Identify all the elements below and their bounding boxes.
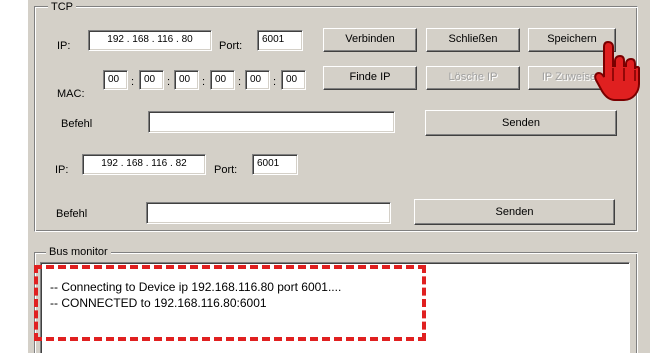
mac-separator: : bbox=[131, 76, 135, 88]
mac-separator: : bbox=[273, 76, 277, 88]
bus-monitor-title: Bus monitor bbox=[46, 246, 111, 258]
app-window: TCP IP: 192 . 168 . 116 . 80 Port: 6001 … bbox=[0, 0, 652, 353]
mac-octet-6[interactable]: 00 bbox=[281, 70, 306, 90]
mac-separator: : bbox=[238, 76, 242, 88]
ip-address-field[interactable]: 192 . 168 . 116 . 80 bbox=[88, 30, 212, 51]
ip2-label: IP: bbox=[55, 164, 69, 176]
port2-field[interactable]: 6001 bbox=[252, 154, 298, 175]
ip2-address-field[interactable]: 192 . 168 . 116 . 82 bbox=[82, 154, 206, 175]
mac-separator: : bbox=[167, 76, 171, 88]
port2-label: Port: bbox=[214, 164, 238, 176]
command2-label: Befehl bbox=[56, 208, 88, 220]
command2-input[interactable] bbox=[146, 202, 391, 224]
mac-octet-3[interactable]: 00 bbox=[174, 70, 199, 90]
send2-button[interactable]: Senden bbox=[414, 199, 615, 225]
tcp-group-title: TCP bbox=[48, 1, 76, 13]
hand-pointer-icon bbox=[594, 40, 640, 101]
highlight-annotation bbox=[34, 265, 426, 341]
command-label: Befehl bbox=[61, 118, 93, 130]
close-button[interactable]: Schließen bbox=[426, 28, 520, 52]
find-ip-button[interactable]: Finde IP bbox=[323, 66, 417, 90]
mac-octet-1[interactable]: 00 bbox=[103, 70, 128, 90]
mac-separator: : bbox=[202, 76, 206, 88]
port-label: Port: bbox=[219, 40, 243, 52]
send-button[interactable]: Senden bbox=[425, 110, 617, 136]
ip-label: IP: bbox=[57, 40, 71, 52]
mac-octet-5[interactable]: 00 bbox=[245, 70, 270, 90]
mac-label: MAC: bbox=[57, 88, 85, 100]
command-input[interactable] bbox=[148, 111, 395, 133]
mac-octet-2[interactable]: 00 bbox=[139, 70, 164, 90]
connect-button[interactable]: Verbinden bbox=[323, 28, 417, 52]
delete-ip-button[interactable]: Lösche IP bbox=[426, 66, 520, 90]
mac-octet-4[interactable]: 00 bbox=[210, 70, 235, 90]
port-field[interactable]: 6001 bbox=[257, 30, 303, 51]
